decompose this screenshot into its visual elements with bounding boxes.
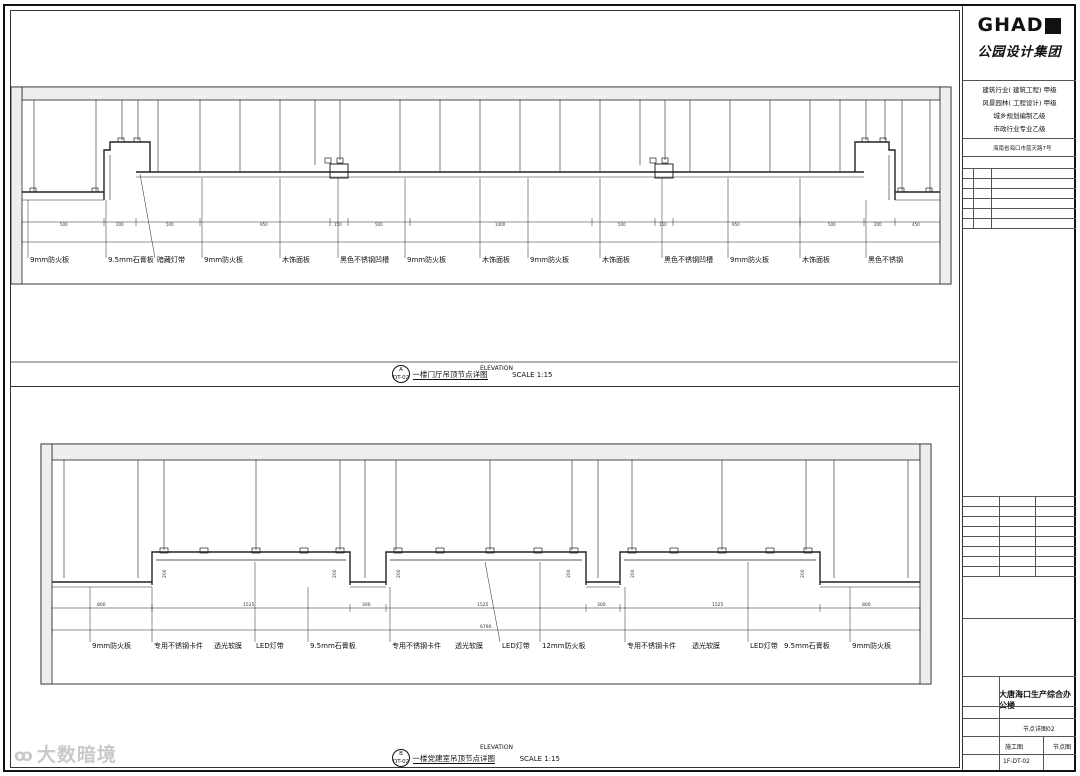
qualification-line: 建筑行业( 建筑工程) 甲级 [982,86,1057,94]
dim-a: 950 [260,222,268,227]
company-address: 海南省海口市蓝天路7号 [993,146,1052,152]
label-a: 黑色不锈钢凹槽 [340,255,389,264]
height-dim: 200 [162,569,168,578]
dim-a: 500 [166,222,174,227]
dim-b: 1525 [712,602,724,608]
label-b: 透光软膜 [455,641,483,650]
elevation-a-title: 一楼门厅吊顶节点详图 [412,369,488,380]
label-b: 专用不锈钢卡件 [392,641,441,650]
label-a: 9mm防火板 [407,255,446,264]
company-name: 公园设计集团 [977,45,1062,60]
elevation-a-drawing: 500 200 500 950 150 500 1400 500 150 950… [10,86,958,363]
logo-text: GHAD [977,14,1044,36]
dim-a: 450 [912,222,920,227]
logo-mark-icon [1045,17,1062,34]
label-b: LED灯带 [256,641,284,650]
elevation-a-heading: ELEVATION [480,365,513,372]
label-b: 9mm防火板 [852,641,891,650]
label-b: 12mm防火板 [542,641,586,650]
title-block: GHAD 公园设计集团 建筑行业( 建筑工程) 甲级 风景园林( 工程设计) 甲… [962,6,1076,770]
label-a: 9mm防火板 [204,255,243,264]
company-logo: GHAD 公园设计集团 [963,14,1076,60]
label-a: 9mm防火板 [30,255,69,264]
label-a: 木饰面板 [282,255,310,264]
section-bubble: A DT-02 [392,365,410,383]
label-b: 专用不锈钢卡件 [154,641,203,650]
label-b: LED灯带 [750,641,778,650]
label-a: 9mm防火板 [730,255,769,264]
dim-a: 500 [60,222,68,227]
elevation-a-caption: A DT-02 一楼门厅吊顶节点详图 SCALE 1:15 [392,365,552,383]
dim-b: 800 [862,602,871,608]
height-dim: 200 [566,569,572,578]
dim-a: 950 [732,222,740,227]
dim-a: 150 [659,222,667,227]
qualifications: 建筑行业( 建筑工程) 甲级 风景园林( 工程设计) 甲级 城乡规划编制乙级 市… [963,84,1076,136]
dim-b-overall: 6790 [480,624,492,630]
label-a: 黑色不锈钢凹槽 [664,255,713,264]
project-name: 大唐海口生产综合办公楼 [999,690,1071,710]
label-a: 9mm防火板 [530,255,569,264]
qualification-line: 风景园林( 工程设计) 甲级 [982,99,1057,107]
dim-b: 300 [362,602,371,608]
drawing-name: 节点详图02 [1023,726,1055,733]
label-a: 暗藏灯带 [157,255,185,264]
dim-b: 800 [97,602,106,608]
dim-a: 1400 [495,222,506,227]
dim-a: 200 [116,222,124,227]
elevation-b-caption: B DT-02 一楼党建室吊顶节点详图 SCALE 1:15 [392,749,560,767]
dim-a: 500 [375,222,383,227]
label-a: 9.5mm石膏板 [108,255,154,264]
label-a: 木饰面板 [802,255,830,264]
dim-a: 150 [334,222,342,227]
height-dim: 200 [396,569,402,578]
dim-a: 500 [618,222,626,227]
label-b: 透光软膜 [214,641,242,650]
label-b: 专用不锈钢卡件 [627,641,676,650]
watermark-logo-icon: ꝏ [14,746,34,766]
elevation-b-heading: ELEVATION [480,744,513,751]
height-dim: 200 [630,569,636,578]
drawing-type: 节点图 [1053,744,1072,751]
elevation-b-scale: SCALE 1:15 [519,754,560,763]
dim-b: 1525 [243,602,255,608]
label-b: 透光软膜 [692,641,720,650]
height-dim: 200 [332,569,338,578]
elevation-b-drawing: 800 1525 300 1525 300 1525 800 6790 200 … [40,443,932,685]
dim-a: 500 [828,222,836,227]
label-b: 9.5mm石膏板 [784,641,830,650]
qualification-line: 城乡规划编制乙级 [993,112,1046,120]
elevation-a-scale: SCALE 1:15 [512,370,553,379]
dim-a: 200 [874,222,882,227]
section-bubble: B DT-02 [392,749,410,767]
label-b: 9.5mm石膏板 [310,641,356,650]
label-b: LED灯带 [502,641,530,650]
height-dim: 200 [800,569,806,578]
label-b: 9mm防火板 [92,641,131,650]
label-a: 木饰面板 [482,255,510,264]
drawing-stage: 施工图 [1005,744,1024,751]
qualification-line: 市政行业专业乙级 [993,125,1046,133]
watermark: ꝏ 大数暗境 [14,744,117,766]
dim-b: 300 [597,602,606,608]
label-a: 木饰面板 [602,255,630,264]
label-a: 黑色不锈钢 [868,255,903,264]
drawing-number: 1F-DT-02 [1003,758,1030,765]
elevation-b-title: 一楼党建室吊顶节点详图 [412,753,496,764]
dim-b: 1525 [477,602,489,608]
